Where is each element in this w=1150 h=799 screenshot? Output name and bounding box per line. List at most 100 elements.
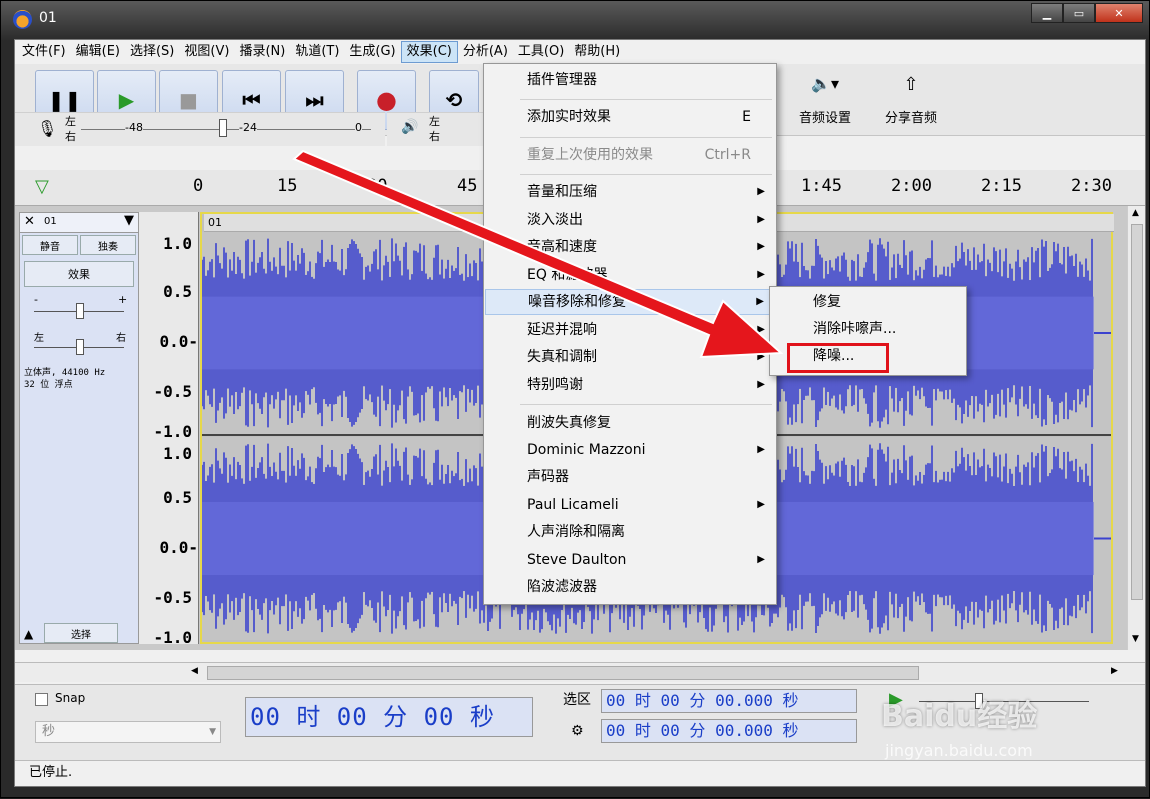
menu-view[interactable]: 视图(V)	[179, 41, 234, 63]
highlight-annotation-box	[787, 343, 889, 373]
scroll-left-icon[interactable]: ◀	[191, 666, 198, 676]
effects-menu-item[interactable]: Paul Licameli ▶	[485, 492, 775, 518]
ruler-tick: 30	[367, 176, 388, 196]
menu-analyze[interactable]: 分析(A)	[458, 41, 513, 63]
menu-item-label: 音高和速度	[527, 239, 597, 255]
y-label: 1.0	[163, 444, 192, 463]
play-left-label: 左	[429, 115, 440, 128]
rec-scale-48: -48	[125, 121, 143, 134]
chevron-down-icon[interactable]: ▼	[124, 213, 134, 228]
menu-item-label: 淡入淡出	[527, 212, 583, 228]
selection-end[interactable]: 00 时 00 分 00.000 秒	[601, 719, 857, 743]
speaker-icon: 🔈▾	[811, 74, 839, 93]
effects-menu-item[interactable]: 特别鸣谢 ▶	[485, 372, 775, 398]
y-label: -1.0	[153, 628, 192, 647]
effects-menu-item[interactable]: 失真和调制 ▶	[485, 344, 775, 370]
pan-right-label: 右	[116, 333, 126, 344]
scroll-down-icon[interactable]: ▼	[1132, 634, 1139, 644]
effects-menu-item[interactable]: 声码器	[485, 464, 775, 490]
collapse-track-icon[interactable]: ▲	[24, 627, 33, 641]
menu-edit[interactable]: 编辑(E)	[71, 41, 125, 63]
effects-menu-item[interactable]: 重复上次使用的效果 Ctrl+R	[485, 142, 775, 168]
skip-start-icon: ⏮	[242, 88, 261, 112]
scroll-up-icon[interactable]: ▲	[1132, 208, 1139, 218]
menu-record[interactable]: 播录(N)	[234, 41, 290, 63]
y-label: -0.5	[153, 588, 192, 607]
effects-menu-item[interactable]: 削波失真修复	[485, 410, 775, 436]
gain-minus-label: -	[34, 293, 38, 306]
effects-menu-item[interactable]: 音高和速度 ▶	[485, 234, 775, 260]
y-label: -0.5	[153, 382, 192, 401]
submenu-arrow-icon: ▶	[757, 186, 765, 197]
solo-button[interactable]: 独奏	[80, 235, 136, 255]
gear-icon[interactable]: ⚙	[571, 723, 584, 739]
menu-item-shortcut: Ctrl+R	[704, 147, 751, 163]
y-label: -1.0	[153, 422, 192, 441]
chevron-down-icon: ▼	[209, 727, 216, 737]
menu-tools[interactable]: 工具(O)	[513, 41, 569, 63]
menu-item-label: EQ 和滤波器	[527, 267, 608, 283]
effects-menu-item[interactable]: EQ 和滤波器 ▶	[485, 262, 775, 288]
vertical-scrollbar[interactable]: ▲ ▼	[1127, 206, 1145, 650]
effects-menu-item[interactable]: 添加实时效果 E	[485, 104, 775, 130]
close-button[interactable]: ✕	[1095, 3, 1143, 23]
effects-menu-item[interactable]: 音量和压缩 ▶	[485, 179, 775, 205]
submenu-arrow-icon: ▶	[757, 214, 765, 225]
effects-menu-item[interactable]: 插件管理器	[485, 67, 775, 93]
gain-slider[interactable]	[76, 303, 84, 319]
submenu-item-click-removal[interactable]: 消除咔嚓声...	[771, 316, 965, 342]
menu-help[interactable]: 帮助(H)	[569, 41, 625, 63]
selection-start[interactable]: 00 时 00 分 00.000 秒	[601, 689, 857, 713]
ruler-tick: 2:15	[981, 176, 1022, 196]
menu-tracks[interactable]: 轨道(T)	[290, 41, 344, 63]
effects-menu-item[interactable]: 噪音移除和修复 ▶	[485, 289, 775, 315]
speaker-icon: 🔊	[401, 119, 419, 135]
horizontal-scrollbar[interactable]: ◀ ▶	[15, 662, 1145, 682]
rec-scale-24: -24	[239, 121, 257, 134]
vertical-ruler[interactable]: 1.0 0.5 0.0- -0.5 -1.0 1.0 0.5 0.0- -0.5…	[139, 212, 199, 647]
minimize-button[interactable]: ▁	[1031, 3, 1063, 23]
share-audio-label: 分享音频	[884, 111, 937, 126]
submenu-item-repair[interactable]: 修复	[771, 289, 965, 315]
menu-select[interactable]: 选择(S)	[125, 41, 179, 63]
track-name[interactable]: 01	[44, 216, 57, 227]
effects-menu-item[interactable]: 人声消除和隔离	[485, 519, 775, 545]
share-audio-button[interactable]: ⇧ 分享音频	[873, 70, 949, 130]
submenu-arrow-icon: ▶	[757, 324, 765, 335]
scroll-right-icon[interactable]: ▶	[1111, 666, 1118, 676]
effects-menu-item[interactable]: 陷波滤波器	[485, 574, 775, 600]
pan-slider[interactable]	[76, 339, 84, 355]
rec-level-slider[interactable]	[219, 119, 227, 137]
effects-menu-item[interactable]: Dominic Mazzoni ▶	[485, 437, 775, 463]
scroll-thumb[interactable]	[1131, 224, 1143, 600]
effects-menu-item[interactable]: 延迟并混响 ▶	[485, 317, 775, 343]
status-text: 已停止.	[29, 765, 73, 780]
menu-separator	[520, 99, 772, 100]
effects-menu-item[interactable]: 淡入淡出 ▶	[485, 207, 775, 233]
ruler-tick: 2:30	[1071, 176, 1112, 196]
hscroll-thumb[interactable]	[207, 666, 919, 680]
maximize-button[interactable]: ▭	[1063, 3, 1095, 23]
menu-item-label: Paul Licameli	[527, 497, 619, 513]
effects-menu-item[interactable]: Steve Daulton ▶	[485, 547, 775, 573]
play-head-icon[interactable]: ▽	[35, 176, 49, 197]
effects-dropdown-menu: 插件管理器添加实时效果 E 重复上次使用的效果 Ctrl+R 音量和压缩 ▶ 淡入淡出 ▶ 音高…	[483, 63, 777, 605]
menu-generate[interactable]: 生成(G)	[344, 41, 400, 63]
effects-button[interactable]: 效果	[24, 261, 134, 287]
time-display[interactable]: 00 时 00 分 00 秒	[245, 697, 533, 737]
select-track-button[interactable]: 选择	[44, 623, 118, 643]
audio-setup-button[interactable]: 🔈▾ 音频设置	[787, 70, 863, 130]
baidu-watermark-logo: Baidu经验	[881, 699, 1038, 734]
y-label: 0.5	[163, 282, 192, 301]
menu-item-label: 失真和调制	[527, 349, 597, 365]
loop-icon: ⟲	[445, 88, 463, 112]
close-track-icon[interactable]: ✕	[24, 214, 35, 229]
snap-unit-select[interactable]: 秒 ▼	[35, 721, 221, 743]
mute-button[interactable]: 静音	[22, 235, 78, 255]
status-bar: 已停止.	[15, 760, 1145, 786]
menu-file[interactable]: 文件(F)	[17, 41, 71, 63]
snap-checkbox[interactable]	[35, 693, 48, 706]
play-icon: ▶	[118, 88, 135, 112]
time-display-value: 00 时 00 分 00 秒	[250, 703, 495, 731]
menu-effects[interactable]: 效果(C)	[400, 41, 458, 63]
